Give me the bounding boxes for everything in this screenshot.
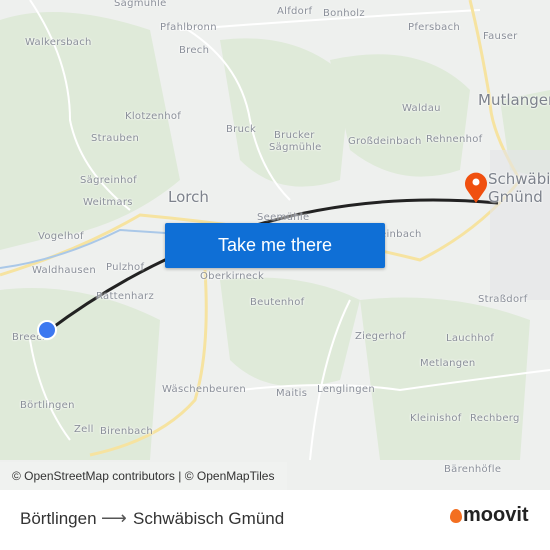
map-label: Ziegerhof (355, 331, 406, 342)
map-label: Zell (74, 424, 94, 435)
destination-pin-icon[interactable] (463, 170, 489, 204)
map-label: Rehnenhof (426, 134, 483, 145)
map-label: Waldau (402, 103, 441, 114)
map-label: Rattenharz (96, 291, 155, 302)
map-label: Strauben (91, 133, 140, 144)
map-label: Sägmühle (114, 0, 167, 9)
map-label: Klotzenhof (125, 111, 182, 122)
map-label: Metlangen (420, 358, 476, 369)
map-label: Weitmars (83, 197, 133, 208)
map-label: Beutenhof (250, 297, 305, 308)
map-label: Schwäbisch (488, 170, 550, 188)
map-label: Sägreinhof (80, 175, 137, 186)
destination-name: Schwäbisch Gmünd (133, 509, 285, 528)
map-label: Gmünd (488, 188, 543, 206)
map-label: Brucker (274, 130, 315, 141)
origin-name: Börtlingen (20, 509, 97, 528)
map-label: Pfahlbronn (160, 22, 217, 33)
map-label: Mutlangen (478, 91, 550, 109)
map-label: Pfersbach (408, 22, 461, 33)
arrow-right-icon: ⟶ (101, 508, 127, 529)
map-label: Pulzhof (106, 262, 145, 273)
map-label: Kleinishof (410, 413, 462, 424)
map-label: Rechberg (470, 413, 520, 424)
origin-marker[interactable] (37, 320, 57, 340)
moovit-logo-text: moovit (463, 504, 529, 526)
map-label: Sägmühle (269, 142, 322, 153)
map-label: Brech (179, 45, 210, 56)
moovit-logo: moovit (450, 504, 529, 527)
map-label: Lauchhof (446, 333, 495, 344)
map-attribution[interactable]: © OpenStreetMap contributors | © OpenMap… (0, 462, 287, 490)
map-label: Wäschenbeuren (162, 384, 247, 395)
map-label: Bärenhöfle (444, 464, 502, 475)
map-label: Birenbach (100, 426, 154, 437)
map-label: Vogelhof (38, 231, 84, 242)
take-me-there-button[interactable]: Take me there (165, 223, 385, 268)
map-label: Fauser (483, 31, 518, 42)
map-label: Seemühle (257, 212, 310, 223)
map-label: Straßdorf (478, 294, 528, 305)
map-label: Oberkirneck (200, 271, 265, 282)
map-label: Waldhausen (32, 265, 97, 276)
map-label: Börtlingen (20, 400, 75, 411)
map[interactable]: Sägmühle Pfahlbronn Alfdorf Bonholz Pfer… (0, 0, 550, 490)
map-label: Lenglingen (317, 384, 375, 395)
map-label: Bruck (226, 124, 257, 135)
map-label: Maitis (276, 388, 308, 399)
map-label: Alfdorf (277, 6, 313, 17)
map-label: Lorch (168, 188, 209, 206)
map-label: Bonholz (323, 8, 365, 19)
moovit-pin-icon (450, 508, 462, 523)
map-label: Großdeinbach (348, 136, 422, 147)
map-label: Walkersbach (25, 37, 92, 48)
footer: Börtlingen ⟶ Schwäbisch Gmünd moovit (0, 490, 550, 550)
